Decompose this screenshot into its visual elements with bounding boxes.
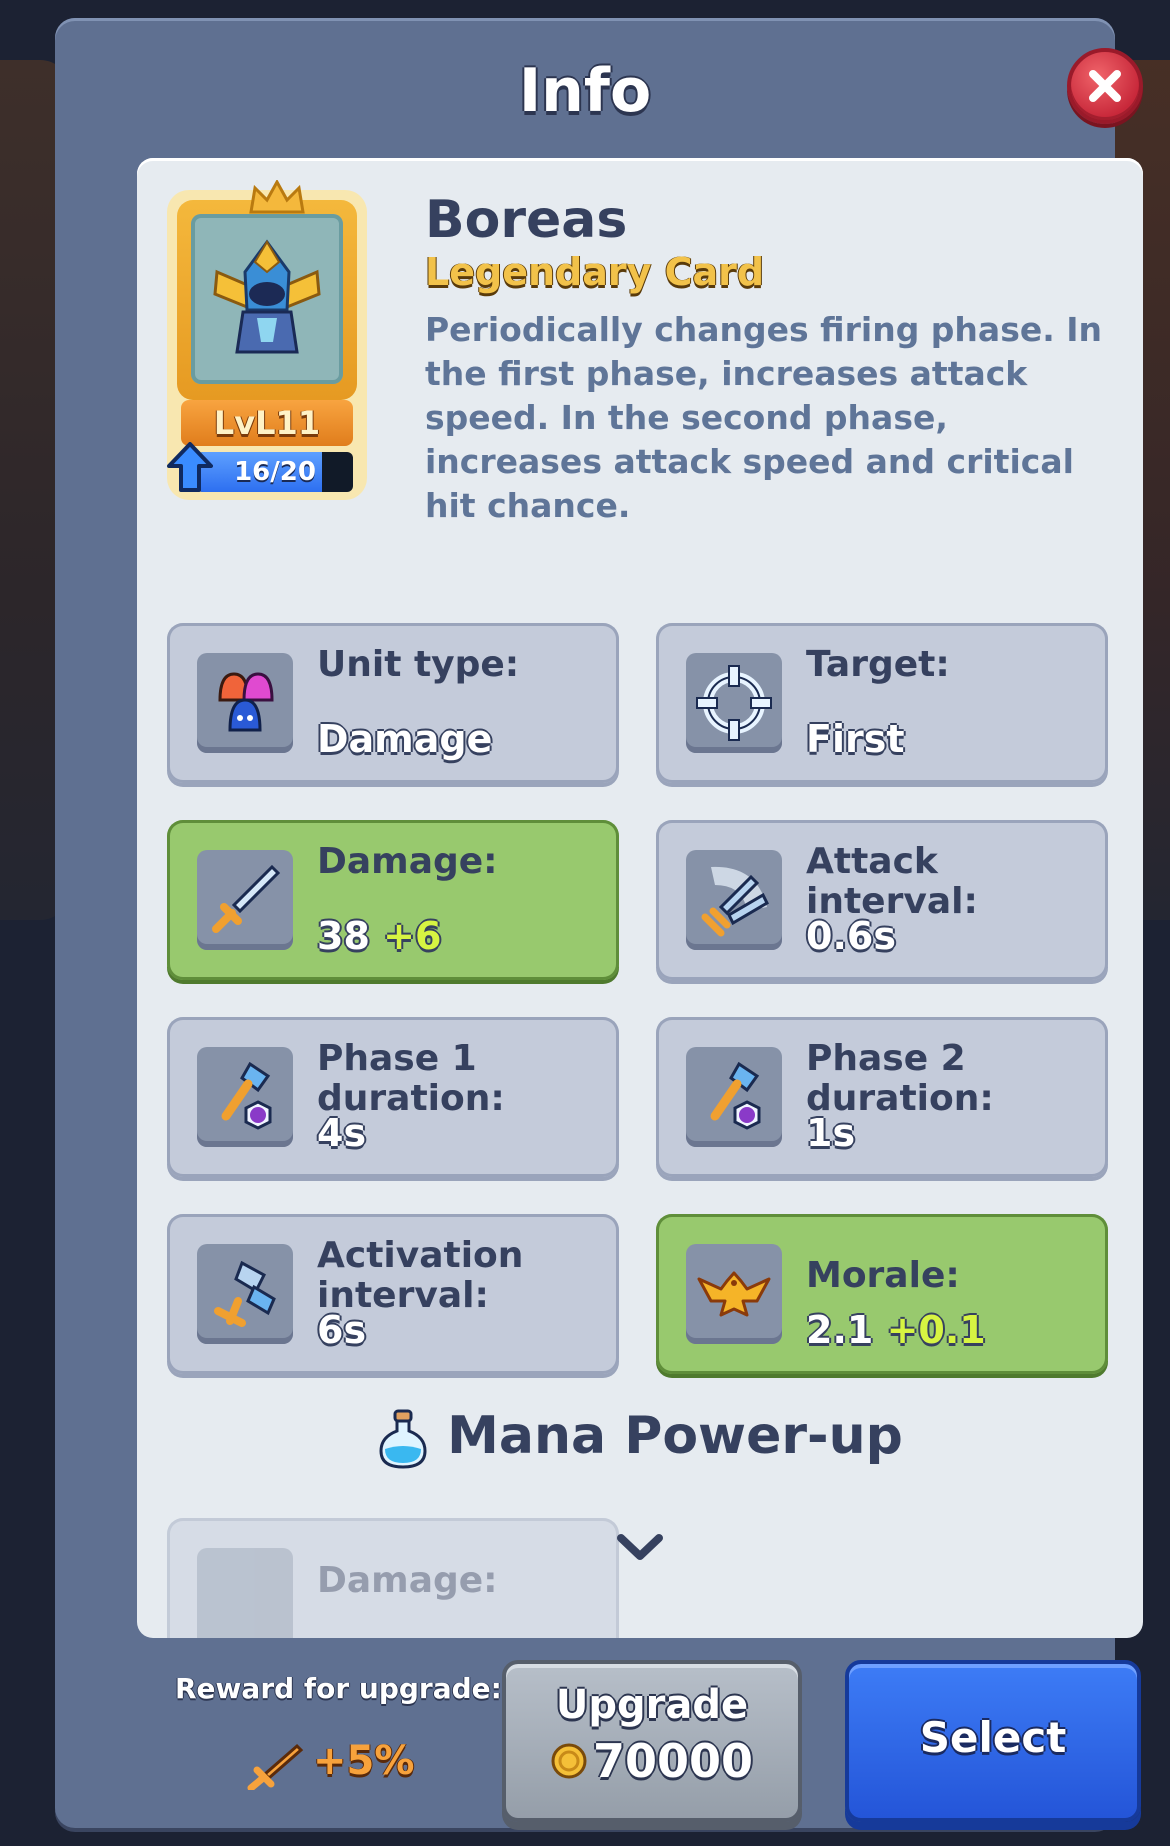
upgrade-arrow-icon — [167, 442, 213, 492]
sword-icon — [197, 850, 293, 950]
stat-bonus: +0.1 — [886, 1308, 986, 1352]
stat-value: 6s — [317, 1308, 367, 1352]
hammer-clock-icon — [686, 1047, 782, 1147]
level-badge: LvL11 — [181, 400, 353, 446]
stat-label: Unit type: — [317, 644, 520, 685]
activation-icon — [197, 1244, 293, 1344]
stat-label: Damage: — [317, 1560, 498, 1601]
card-frame — [177, 180, 357, 400]
stat-value: 0.6s — [806, 914, 896, 958]
stat-label: Phase 1 duration: — [317, 1038, 505, 1119]
stat-label: Attack interval: — [806, 841, 978, 922]
upgrade-cost: 70000 — [506, 1734, 798, 1788]
stat-unit-type[interactable]: Unit type: Damage — [167, 623, 619, 783]
target-icon — [686, 653, 782, 753]
stat-morale[interactable]: Morale: 2.1 +0.1 — [656, 1214, 1108, 1374]
card-progress-bar: 16/20 — [197, 452, 353, 492]
card-progress-text: 16/20 — [234, 457, 316, 487]
hammer-clock-icon — [197, 1047, 293, 1147]
stat-value: 38 +6 — [317, 914, 442, 958]
chevron-down-icon[interactable] — [615, 1530, 665, 1564]
eagle-icon — [686, 1244, 782, 1344]
mana-powerup-title: Mana Power-up — [447, 1406, 903, 1466]
stat-value: First — [806, 717, 905, 761]
mana-powerup-heading: Mana Power-up — [137, 1406, 1143, 1469]
mana-stat-damage[interactable]: Damage: — [167, 1518, 619, 1638]
upgrade-button[interactable]: Upgrade 70000 — [502, 1660, 802, 1822]
stat-label: Morale: — [806, 1255, 960, 1296]
stat-label: Phase 2 duration: — [806, 1038, 994, 1119]
crown-icon — [249, 180, 305, 214]
close-icon — [1089, 70, 1121, 102]
stat-target[interactable]: Target: First — [656, 623, 1108, 783]
modal-title: Info — [518, 56, 652, 126]
stat-label: Target: — [806, 644, 950, 685]
reward-label: Reward for upgrade: — [175, 1672, 502, 1705]
mana-potion-icon — [379, 1409, 427, 1469]
stat-value: Damage — [317, 717, 493, 761]
unit-type-icon — [197, 653, 293, 753]
stat-label: Damage: — [317, 841, 498, 882]
card-rarity: Legendary Card — [425, 250, 765, 294]
info-content[interactable]: LvL11 16/20 Boreas Legendary Card Period… — [137, 158, 1143, 1638]
stat-attack-interval[interactable]: Attack interval: 0.6s — [656, 820, 1108, 980]
stat-bonus: +6 — [383, 914, 442, 958]
stat-label: Activation interval: — [317, 1235, 524, 1316]
stat-phase-2-duration[interactable]: Phase 2 duration: 1s — [656, 1017, 1108, 1177]
card-portrait — [191, 214, 343, 384]
unit-description: Periodically changes firing phase. In th… — [425, 310, 1103, 525]
attack-interval-icon — [686, 850, 782, 950]
close-button[interactable] — [1067, 48, 1143, 124]
boreas-portrait-icon — [213, 239, 321, 354]
reward-value: +5% — [313, 1738, 415, 1784]
stat-activation-interval[interactable]: Activation interval: 6s — [167, 1214, 619, 1374]
upgrade-label: Upgrade — [555, 1682, 749, 1728]
select-button[interactable]: Select — [845, 1660, 1141, 1822]
unit-card: LvL11 16/20 — [167, 180, 367, 500]
info-modal: Info LvL11 16/20 Boreas Legendary Card P… — [55, 18, 1143, 1828]
stat-phase-1-duration[interactable]: Phase 1 duration: 4s — [167, 1017, 619, 1177]
stat-value: 1s — [806, 1111, 856, 1155]
sword-icon — [197, 1548, 293, 1638]
stat-damage[interactable]: Damage: 38 +6 — [167, 820, 619, 980]
stat-value: 4s — [317, 1111, 367, 1155]
stat-value: 2.1 +0.1 — [806, 1308, 986, 1352]
coin-icon — [551, 1743, 587, 1779]
unit-name: Boreas — [425, 190, 628, 250]
